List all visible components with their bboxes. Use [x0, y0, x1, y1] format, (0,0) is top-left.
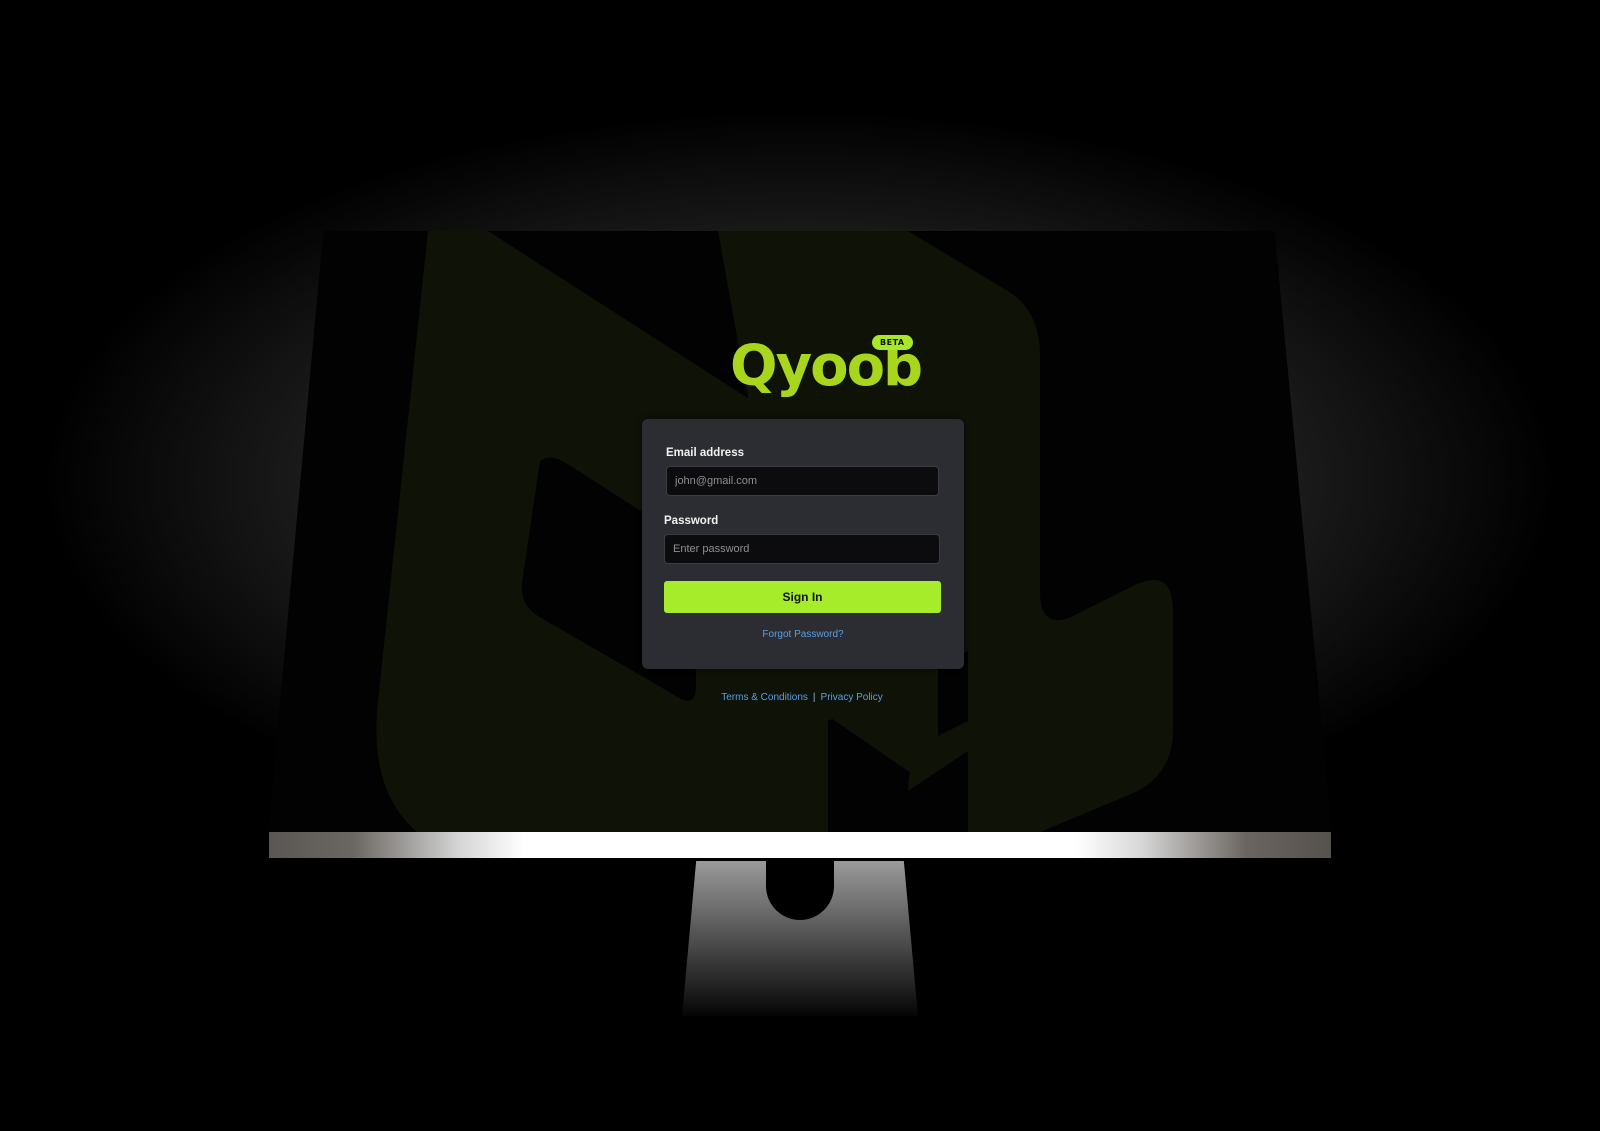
privacy-link[interactable]: Privacy Policy	[821, 692, 883, 703]
password-label: Password	[664, 515, 719, 527]
footer-links: Terms & Conditions | Privacy Policy	[680, 692, 924, 703]
terms-link[interactable]: Terms & Conditions	[721, 692, 808, 703]
password-field[interactable]	[664, 534, 940, 564]
forgot-password-link[interactable]: Forgot Password?	[642, 629, 964, 640]
email-field[interactable]	[666, 466, 939, 496]
desktop-stage: Qyoob BETA Email address Password Sign I…	[0, 0, 1600, 1131]
sign-in-button[interactable]: Sign In	[664, 581, 941, 613]
monitor-chin	[269, 832, 1331, 858]
beta-badge: BETA	[872, 335, 913, 350]
brand-logo: Qyoob BETA	[730, 332, 923, 402]
login-card: Email address Password Sign In Forgot Pa…	[642, 419, 964, 669]
footer-separator: |	[812, 692, 816, 703]
email-label: Email address	[666, 447, 744, 459]
